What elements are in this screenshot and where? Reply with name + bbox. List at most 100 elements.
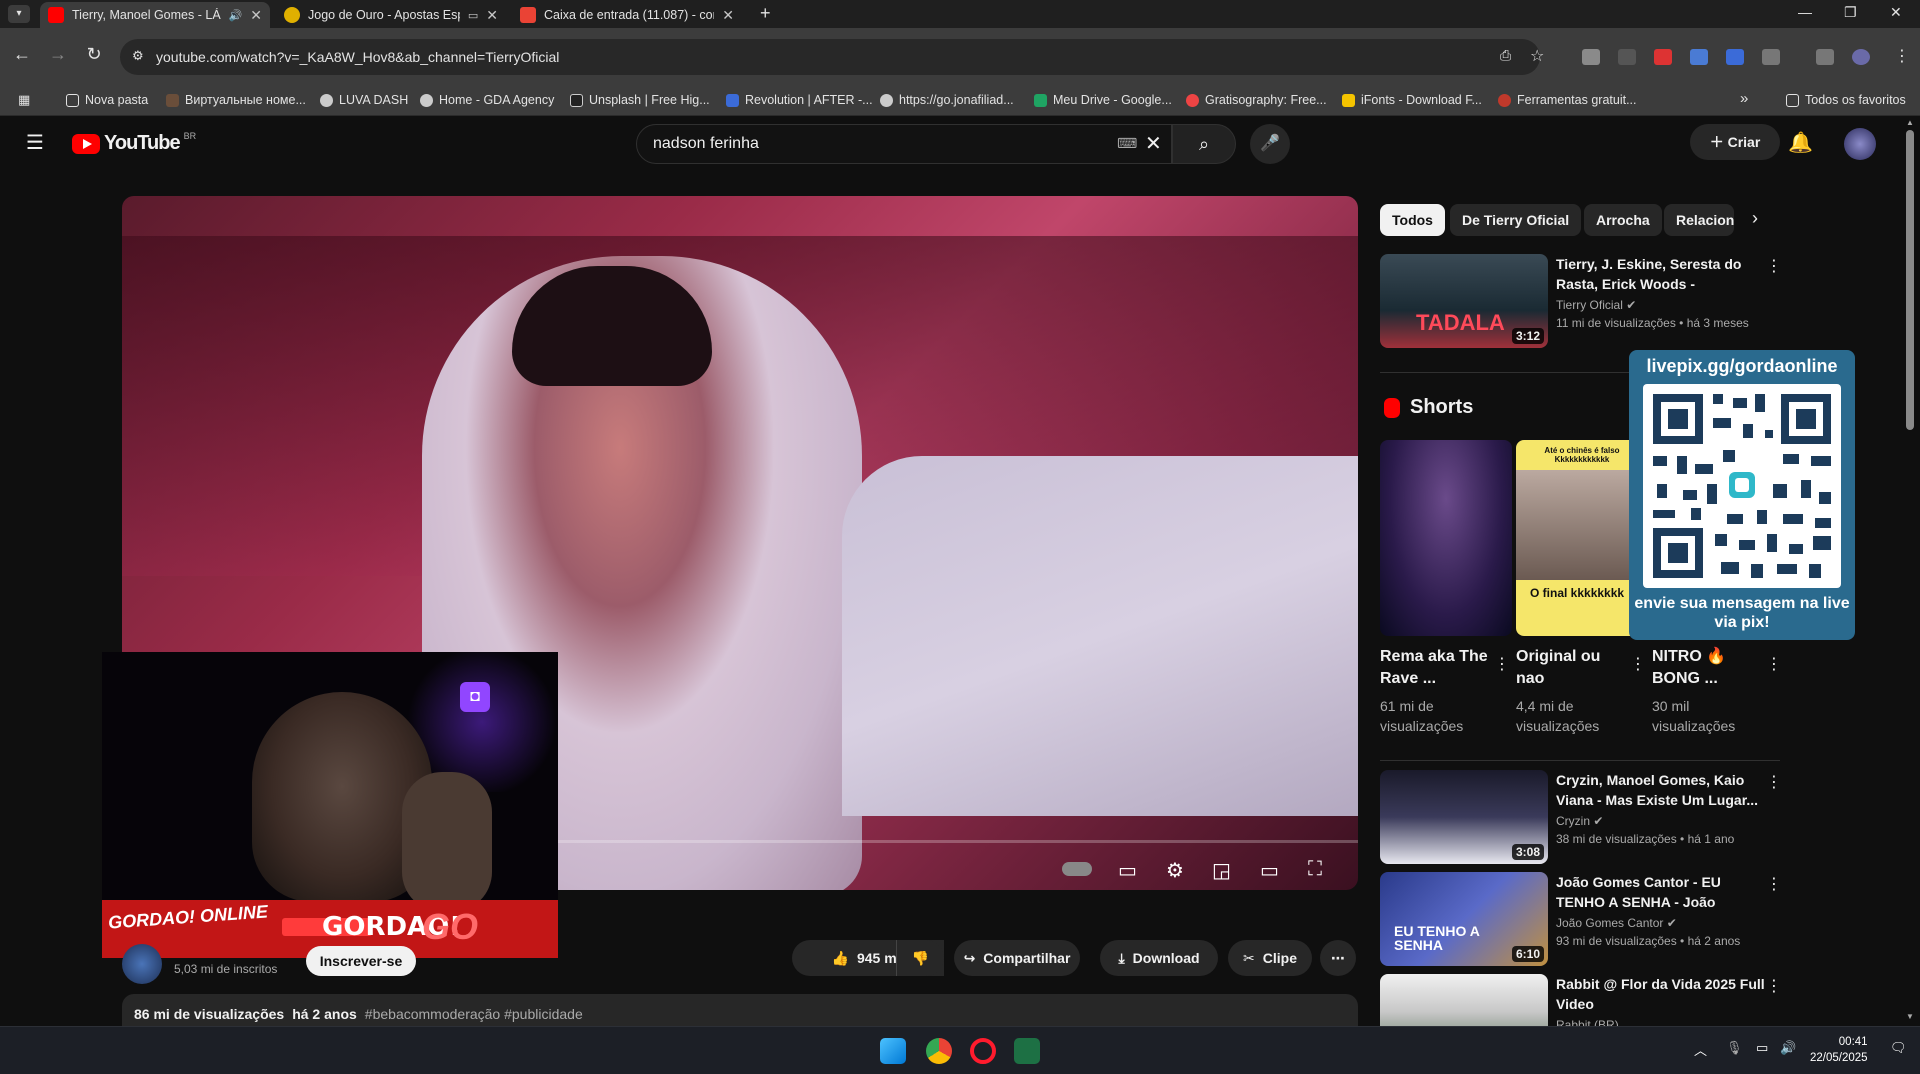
close-window-icon[interactable]: ✕: [1890, 4, 1902, 21]
subscribe-button[interactable]: Inscrever-se: [306, 946, 416, 976]
extension-icon-2[interactable]: [1618, 49, 1636, 65]
more-options-icon[interactable]: ⋮: [1766, 654, 1782, 674]
extensions-puzzle-icon[interactable]: [1762, 49, 1780, 65]
theater-mode-icon[interactable]: ▭: [1260, 858, 1279, 883]
tab-youtube[interactable]: Tierry, Manoel Gomes - LÁ 🔊 ✕: [40, 2, 270, 28]
chip-todos[interactable]: Todos: [1380, 204, 1445, 236]
chip-relacionados[interactable]: Relacion: [1664, 204, 1734, 236]
short-title[interactable]: NITRO 🔥 BONG ...: [1652, 646, 1762, 690]
recommendation-card[interactable]: TADALA 3:12 Tierry, J. Eskine, Seresta d…: [1380, 254, 1790, 350]
more-options-icon[interactable]: ⋮: [1630, 654, 1646, 674]
miniplayer-icon[interactable]: ◲: [1212, 858, 1231, 883]
bookmark-item[interactable]: Home - GDA Agency: [420, 93, 554, 107]
bookmark-item[interactable]: https://go.jonafiliad...: [880, 93, 1014, 107]
bookmark-item[interactable]: Unsplash | Free Hig...: [570, 93, 710, 107]
recommendation-card[interactable]: Rabbit @ Flor da Vida 2025 Full Video Ra…: [1380, 974, 1790, 1026]
autoplay-toggle[interactable]: [1062, 862, 1092, 876]
tab-search-button[interactable]: ▾: [8, 5, 30, 23]
bookmark-item[interactable]: Виртуальные номе...: [166, 93, 306, 107]
fullscreen-icon[interactable]: ⛶: [1308, 858, 1322, 881]
system-clock[interactable]: 00:41 22/05/2025: [1810, 1034, 1868, 1066]
channel-name[interactable]: João Gomes Cantor ✔: [1556, 916, 1677, 930]
audio-extension-icon[interactable]: [1726, 49, 1744, 65]
page-scrollbar[interactable]: [1906, 130, 1914, 430]
restore-icon[interactable]: ❐: [1844, 4, 1857, 21]
opera-icon[interactable]: [970, 1038, 996, 1064]
more-bookmarks-button[interactable]: »: [1740, 90, 1748, 107]
address-bar[interactable]: ⚙ youtube.com/watch?v=_KaA8W_Hov8&ab_cha…: [120, 39, 1544, 75]
video-thumbnail[interactable]: EU TENHO A SENHA 6:10: [1380, 872, 1548, 966]
video-thumbnail[interactable]: [1380, 974, 1548, 1026]
bookmark-item[interactable]: LUVA DASH: [320, 93, 408, 107]
scroll-up-icon[interactable]: ▲: [1906, 118, 1914, 127]
recommendation-card[interactable]: EU TENHO A SENHA 6:10 João Gomes Cantor …: [1380, 872, 1790, 968]
channel-avatar[interactable]: [122, 944, 162, 984]
keyboard-icon[interactable]: ⌨: [1117, 135, 1137, 152]
back-icon[interactable]: ←: [10, 44, 34, 65]
forward-icon[interactable]: →: [46, 44, 70, 65]
minimize-icon[interactable]: —: [1798, 4, 1812, 20]
short-thumbnail[interactable]: [1380, 440, 1512, 636]
all-favorites-folder[interactable]: Todos os favoritos: [1786, 93, 1906, 107]
description-box[interactable]: 86 mi de visualizações há 2 anos #bebaco…: [122, 994, 1358, 1030]
site-info-icon[interactable]: ⚙: [132, 48, 144, 64]
apps-grid-icon[interactable]: ▦: [18, 92, 30, 108]
clip-button[interactable]: ✂ Clipe: [1228, 940, 1312, 976]
channel-name[interactable]: Tierry Oficial ✔: [1556, 298, 1636, 312]
youtube-logo[interactable]: YouTube BR: [72, 131, 196, 155]
bookmark-item[interactable]: Meu Drive - Google...: [1034, 93, 1172, 107]
hamburger-menu-icon[interactable]: ☰: [26, 130, 44, 155]
more-options-icon[interactable]: ⋮: [1494, 654, 1510, 674]
video-thumbnail[interactable]: TADALA 3:12: [1380, 254, 1548, 348]
short-title[interactable]: Original ou nao: [1516, 646, 1626, 690]
video-title[interactable]: Tierry, J. Eskine, Seresta do Rasta, Eri…: [1556, 254, 1766, 294]
extension-icon-1[interactable]: [1582, 49, 1600, 65]
tray-chevron-up-icon[interactable]: ︿: [1694, 1040, 1707, 1059]
hashtags[interactable]: #bebacommoderação #publicidade: [365, 1006, 583, 1022]
bookmark-item[interactable]: Revolution | AFTER -...: [726, 93, 873, 107]
chip-arrocha[interactable]: Arrocha: [1584, 204, 1662, 236]
notifications-bell-icon[interactable]: 🔔: [1788, 130, 1813, 155]
translate-extension-icon[interactable]: [1690, 49, 1708, 65]
volume-icon[interactable]: 🔊: [1780, 1040, 1796, 1056]
close-tab-icon[interactable]: ✕: [250, 7, 262, 24]
tab-jogo-de-ouro[interactable]: Jogo de Ouro - Apostas Esp ▭ ✕: [276, 2, 506, 28]
close-tab-icon[interactable]: ✕: [486, 7, 498, 24]
chrome-icon[interactable]: [926, 1038, 952, 1064]
chip-de-tierry-oficial[interactable]: De Tierry Oficial: [1450, 204, 1582, 236]
voice-search-icon[interactable]: 🎤: [1250, 124, 1290, 164]
browser-menu-icon[interactable]: ⋮: [1894, 46, 1910, 66]
dislike-button[interactable]: 👎: [896, 940, 944, 976]
video-title[interactable]: Rabbit @ Flor da Vida 2025 Full Video: [1556, 974, 1766, 1014]
scroll-down-icon[interactable]: ▼: [1906, 1012, 1914, 1021]
bookmark-item[interactable]: Nova pasta: [66, 93, 148, 107]
windows-start-icon[interactable]: [880, 1038, 906, 1064]
video-title[interactable]: Cryzin, Manoel Gomes, Kaio Viana - Mas E…: [1556, 770, 1766, 810]
video-thumbnail[interactable]: 3:08: [1380, 770, 1548, 864]
more-options-icon[interactable]: ⋮: [1766, 874, 1782, 894]
create-button[interactable]: ＋ Criar: [1690, 124, 1780, 160]
short-item[interactable]: Rema aka The Rave ... 61 mi de visualiza…: [1380, 440, 1512, 736]
install-app-icon[interactable]: ⎙: [1500, 47, 1511, 64]
channel-name[interactable]: Rabbit (BR): [1556, 1018, 1619, 1026]
share-button[interactable]: ↪ Compartilhar: [954, 940, 1080, 976]
more-options-icon[interactable]: ⋮: [1766, 976, 1782, 996]
new-tab-button[interactable]: +: [760, 3, 771, 24]
bookmark-item[interactable]: iFonts - Download F...: [1342, 93, 1482, 107]
reload-icon[interactable]: ↻: [82, 44, 106, 65]
bookmark-item[interactable]: Gratisography: Free...: [1186, 93, 1327, 107]
more-options-icon[interactable]: ⋮: [1766, 256, 1782, 276]
tab-gmail[interactable]: Caixa de entrada (11.087) - con ✕: [512, 2, 742, 28]
bookmark-item[interactable]: Ferramentas gratuit...: [1498, 93, 1637, 107]
channel-name[interactable]: Cryzin ✔: [1556, 814, 1603, 828]
clear-search-icon[interactable]: ✕: [1145, 131, 1162, 156]
settings-gear-icon[interactable]: ⚙: [1166, 858, 1184, 883]
excel-icon[interactable]: [1014, 1038, 1040, 1064]
notification-icon[interactable]: 🗨: [1890, 1040, 1907, 1056]
more-options-icon[interactable]: ⋮: [1766, 772, 1782, 792]
account-avatar[interactable]: [1844, 128, 1876, 160]
chevron-right-icon[interactable]: ›: [1752, 208, 1758, 229]
short-title[interactable]: Rema aka The Rave ...: [1380, 646, 1490, 690]
search-input[interactable]: nadson ferinha ⌨ ✕: [636, 124, 1172, 164]
video-title[interactable]: João Gomes Cantor - EU TENHO A SENHA - J…: [1556, 872, 1766, 912]
